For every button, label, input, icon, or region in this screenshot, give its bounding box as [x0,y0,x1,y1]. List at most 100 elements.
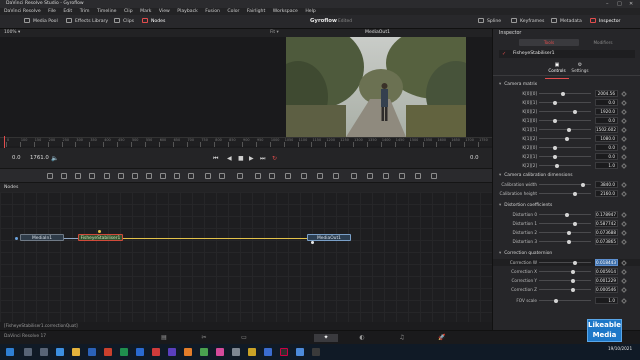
app-icon-orange[interactable] [184,348,192,356]
param-slider-track[interactable] [539,232,591,233]
keyframe-icon[interactable] [621,220,627,227]
tool-resize-icon[interactable] [237,173,243,179]
teams-icon[interactable] [168,348,176,356]
param-slider-knob[interactable] [565,136,569,141]
param-slider-knob[interactable] [573,221,577,226]
app-icon-gray[interactable] [232,348,240,356]
word-icon[interactable] [88,348,96,356]
video-frame[interactable] [286,37,466,137]
menu-fairlight[interactable]: Fairlight [247,9,265,14]
param-value-field[interactable]: 0.0 [595,99,618,106]
param-slider-knob[interactable] [571,287,575,292]
timecode-end[interactable]: 1761.0 [30,155,49,161]
param-value-field[interactable]: 0.005914 [595,268,618,275]
param-slider-track[interactable] [539,156,591,157]
section-camera-matrix[interactable]: Camera matrix [499,82,537,87]
media-out-port[interactable] [311,241,314,244]
param-value-field[interactable]: 1.0 [595,162,618,169]
file-explorer-icon[interactable] [72,348,80,356]
app-icon-light-blue[interactable] [296,348,304,356]
param-slider-knob[interactable] [573,109,577,114]
keyframe-icon[interactable] [621,144,627,151]
spline-button[interactable]: Spline [478,18,501,26]
keyframe-icon[interactable] [621,117,627,124]
param-value-field[interactable]: 0.0 [595,153,618,160]
param-slider-knob[interactable] [567,230,571,235]
app-icon-red[interactable] [152,348,160,356]
keyframe-icon[interactable] [621,181,627,188]
param-value-field[interactable]: 1920.0 [595,108,618,115]
tool-blur-icon[interactable] [146,173,152,179]
param-value-field[interactable]: 1502.602 [595,126,618,133]
param-slider-track[interactable] [539,93,591,94]
param-slider-knob[interactable] [567,127,571,132]
tool-particles-icon[interactable] [188,173,194,179]
timeline-ruler[interactable]: 0 100 150 200 250 300 350 400 450 500 550 600 650 700… [0,137,492,147]
tool-tracker-icon[interactable] [399,173,405,179]
play-icon[interactable]: ▶ [249,155,254,162]
node-media-out[interactable]: MediaOut1 [307,234,351,241]
param-slider-knob[interactable] [581,182,585,187]
param-slider-track[interactable] [539,271,591,272]
go-to-end-icon[interactable]: ⏭ [260,155,265,163]
page-fairlight-icon[interactable]: ♫ [398,334,406,342]
param-value-field[interactable]: 1080.0 [595,135,618,142]
menu-file[interactable]: File [48,9,56,14]
tool-transform-icon[interactable] [205,173,211,179]
fov-slider-knob[interactable] [554,298,558,303]
param-value-field[interactable]: 0.018443 [595,259,618,266]
param-value-field[interactable]: 0.587742 [595,220,618,227]
menu-view[interactable]: View [159,9,170,14]
nodes-button[interactable]: Nodes [142,18,165,26]
tool-bspline-icon[interactable] [118,173,124,179]
param-slider-knob[interactable] [573,260,577,265]
loop-icon[interactable]: ↻ [272,155,277,162]
zoom-select[interactable]: 100% ▾ [4,29,20,37]
app-icon-dark[interactable] [312,348,320,356]
keyframe-icon[interactable] [621,108,627,115]
tool-light-icon[interactable] [333,173,339,179]
param-slider-knob[interactable] [555,163,559,168]
param-slider-knob[interactable] [571,269,575,274]
node-media-in[interactable]: MediaIn1 [20,234,64,241]
page-deliver-icon[interactable]: 🚀 [438,334,446,342]
app-icon-pink[interactable] [216,348,224,356]
tool-rectangle-icon[interactable] [285,173,291,179]
param-slider-knob[interactable] [553,118,557,123]
param-slider-knob[interactable] [567,239,571,244]
inspector-button[interactable]: Inspector [590,18,620,26]
task-view-icon[interactable] [40,348,48,356]
fov-slider-track[interactable] [539,300,591,301]
timecode-start[interactable]: 0.0 [12,155,21,161]
menu-clip[interactable]: Clip [124,9,133,14]
keyframe-icon[interactable] [621,99,627,106]
param-slider-track[interactable] [539,120,591,121]
param-slider-knob[interactable] [571,278,575,283]
param-value-field[interactable]: 0.000546 [595,286,618,293]
keyframe-icon[interactable] [621,277,627,284]
menu-help[interactable]: Help [305,9,315,14]
menu-edit[interactable]: Edit [63,9,72,14]
keyframe-icon[interactable] [621,238,627,245]
param-slider-track[interactable] [539,111,591,112]
tool-renderer-icon[interactable] [367,173,373,179]
tool-warp-icon[interactable] [431,173,437,179]
search-icon[interactable] [24,348,32,356]
page-fusion-icon[interactable]: ✦ [314,334,338,342]
page-cut-icon[interactable]: ✂ [200,334,208,342]
param-value-field[interactable]: 0.0 [595,144,618,151]
go-to-start-icon[interactable]: ⏮ [213,155,218,163]
taskbar-clock[interactable]: 19/10/2021 [608,346,632,352]
close-icon[interactable]: ✕ [629,0,633,8]
keyframe-icon[interactable] [621,153,627,160]
section-calibration[interactable]: Camera calibration dimensions [499,173,572,178]
clips-button[interactable]: Clips [114,18,134,26]
tool-planar-icon[interactable] [415,173,421,179]
param-value-field[interactable]: 2004.56 [595,90,618,97]
param-value-field[interactable]: 0.001229 [595,277,618,284]
media-pool-button[interactable]: Media Pool [24,18,58,26]
outlook-icon[interactable] [136,348,144,356]
maximize-icon[interactable]: □ [617,0,622,8]
step-back-icon[interactable]: ◀ [227,155,232,162]
param-value-field[interactable]: 2160.0 [595,190,618,197]
